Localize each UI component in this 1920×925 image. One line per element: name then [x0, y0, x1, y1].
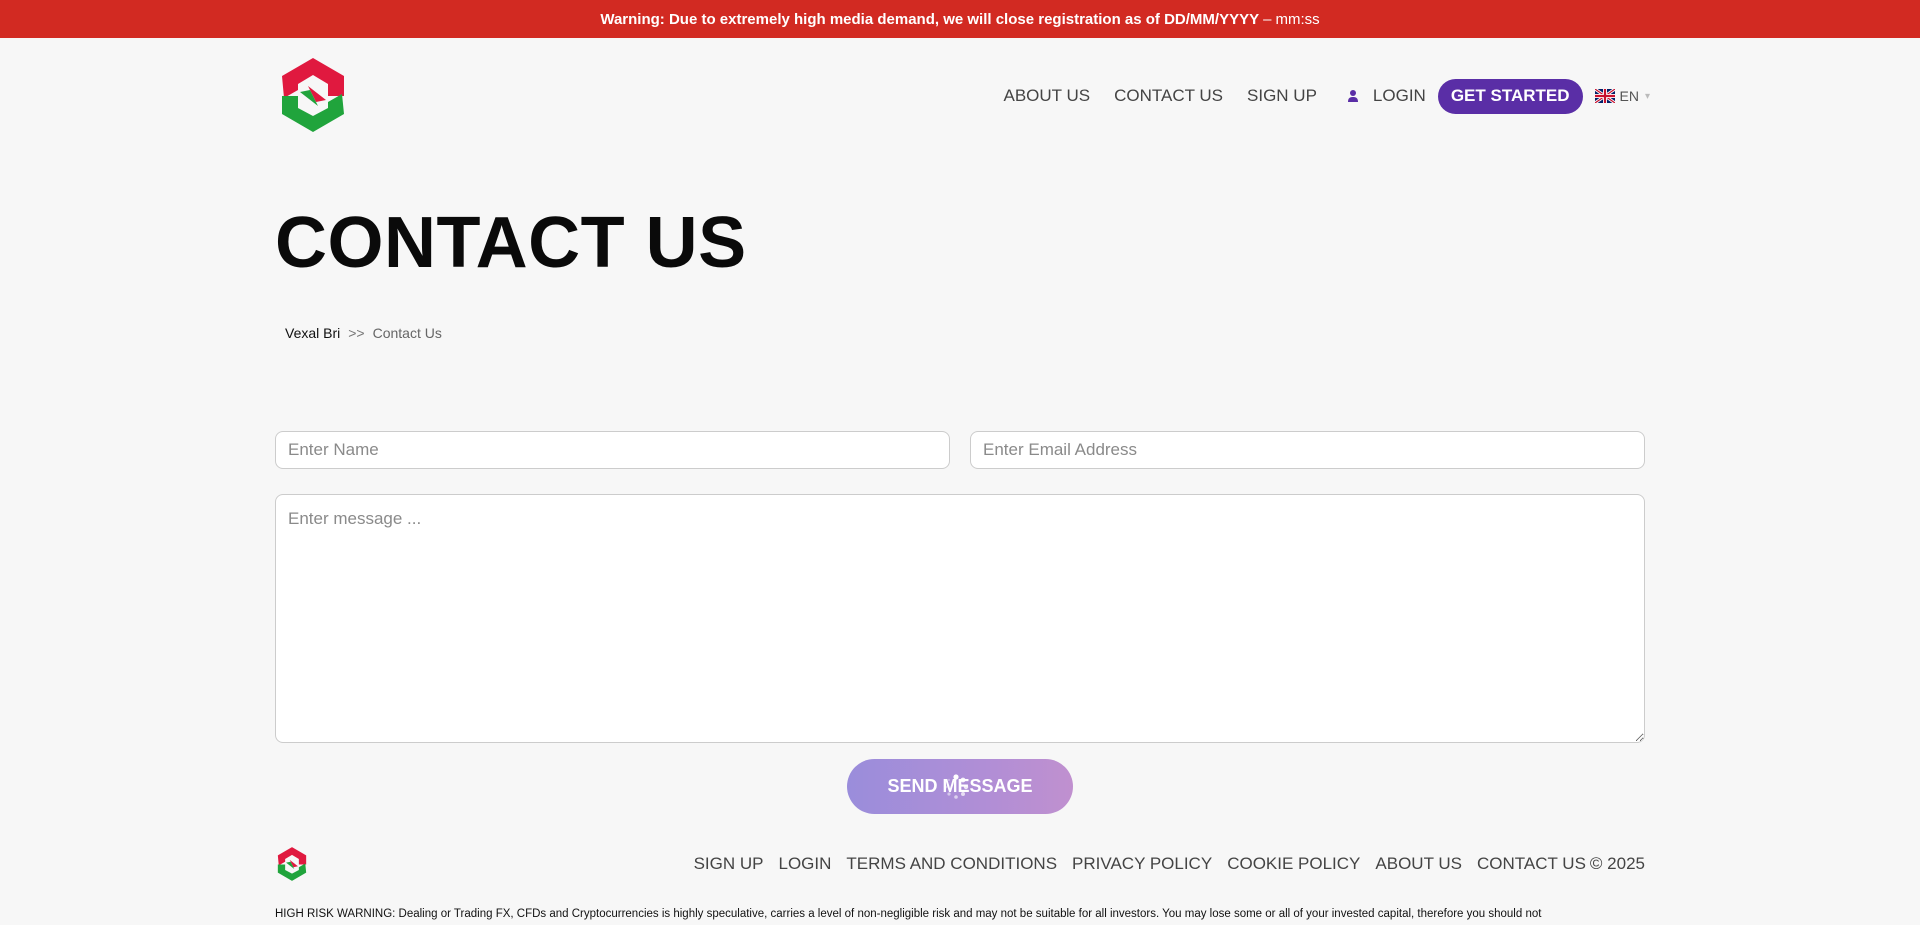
user-icon	[1347, 90, 1358, 102]
breadcrumb: Vexal Bri >> Contact Us	[285, 325, 442, 341]
chevron-down-icon: ▾	[1644, 90, 1650, 102]
email-input[interactable]	[970, 431, 1645, 469]
logo-icon[interactable]	[278, 56, 348, 134]
footer-copyright: © 2025	[1589, 854, 1645, 873]
loading-spinner-icon	[944, 774, 969, 799]
warning-banner: Warning: Due to extremely high media dem…	[0, 0, 1920, 38]
page-title: CONTACT US	[275, 203, 747, 283]
get-started-button[interactable]: GET STARTED	[1437, 78, 1583, 114]
main-nav: ABOUT US CONTACT US SIGN UP LOGIN GET ST…	[1003, 38, 1650, 154]
footer-link-about-us[interactable]: ABOUT US	[1375, 854, 1462, 874]
risk-warning: HIGH RISK WARNING: Dealing or Trading FX…	[275, 908, 1542, 920]
footer-link-sign-up[interactable]: SIGN UP	[694, 854, 764, 874]
warning-separator: –	[1263, 10, 1272, 28]
message-textarea[interactable]	[275, 494, 1645, 743]
nav-contact-us[interactable]: CONTACT US	[1114, 86, 1223, 106]
countdown-timer: mm:ss	[1275, 10, 1320, 28]
breadcrumb-current: Contact Us	[372, 325, 442, 341]
footer-link-cookie[interactable]: COOKIE POLICY	[1227, 854, 1360, 874]
footer-link-login[interactable]: LOGIN	[779, 854, 832, 874]
language-selector[interactable]: EN ▾	[1594, 88, 1650, 104]
nav-login[interactable]: LOGIN	[1347, 86, 1426, 106]
warning-text: Warning: Due to extremely high media dem…	[600, 10, 1260, 28]
uk-flag-icon	[1594, 89, 1615, 103]
site-header: ABOUT US CONTACT US SIGN UP LOGIN GET ST…	[0, 38, 1920, 154]
footer-link-privacy[interactable]: PRIVACY POLICY	[1072, 854, 1212, 874]
nav-sign-up[interactable]: SIGN UP	[1247, 86, 1317, 106]
login-label: LOGIN	[1372, 86, 1426, 105]
breadcrumb-separator: >>	[348, 325, 365, 341]
footer-nav: SIGN UP LOGIN TERMS AND CONDITIONS PRIVA…	[679, 854, 1645, 874]
nav-about-us[interactable]: ABOUT US	[1003, 86, 1090, 106]
breadcrumb-home[interactable]: Vexal Bri	[285, 325, 340, 341]
footer-link-contact-us[interactable]: CONTACT US	[1477, 854, 1586, 874]
footer-link-terms[interactable]: TERMS AND CONDITIONS	[846, 854, 1057, 874]
footer-logo-icon[interactable]	[276, 846, 308, 882]
name-input[interactable]	[275, 431, 950, 469]
language-label: EN	[1619, 88, 1639, 104]
